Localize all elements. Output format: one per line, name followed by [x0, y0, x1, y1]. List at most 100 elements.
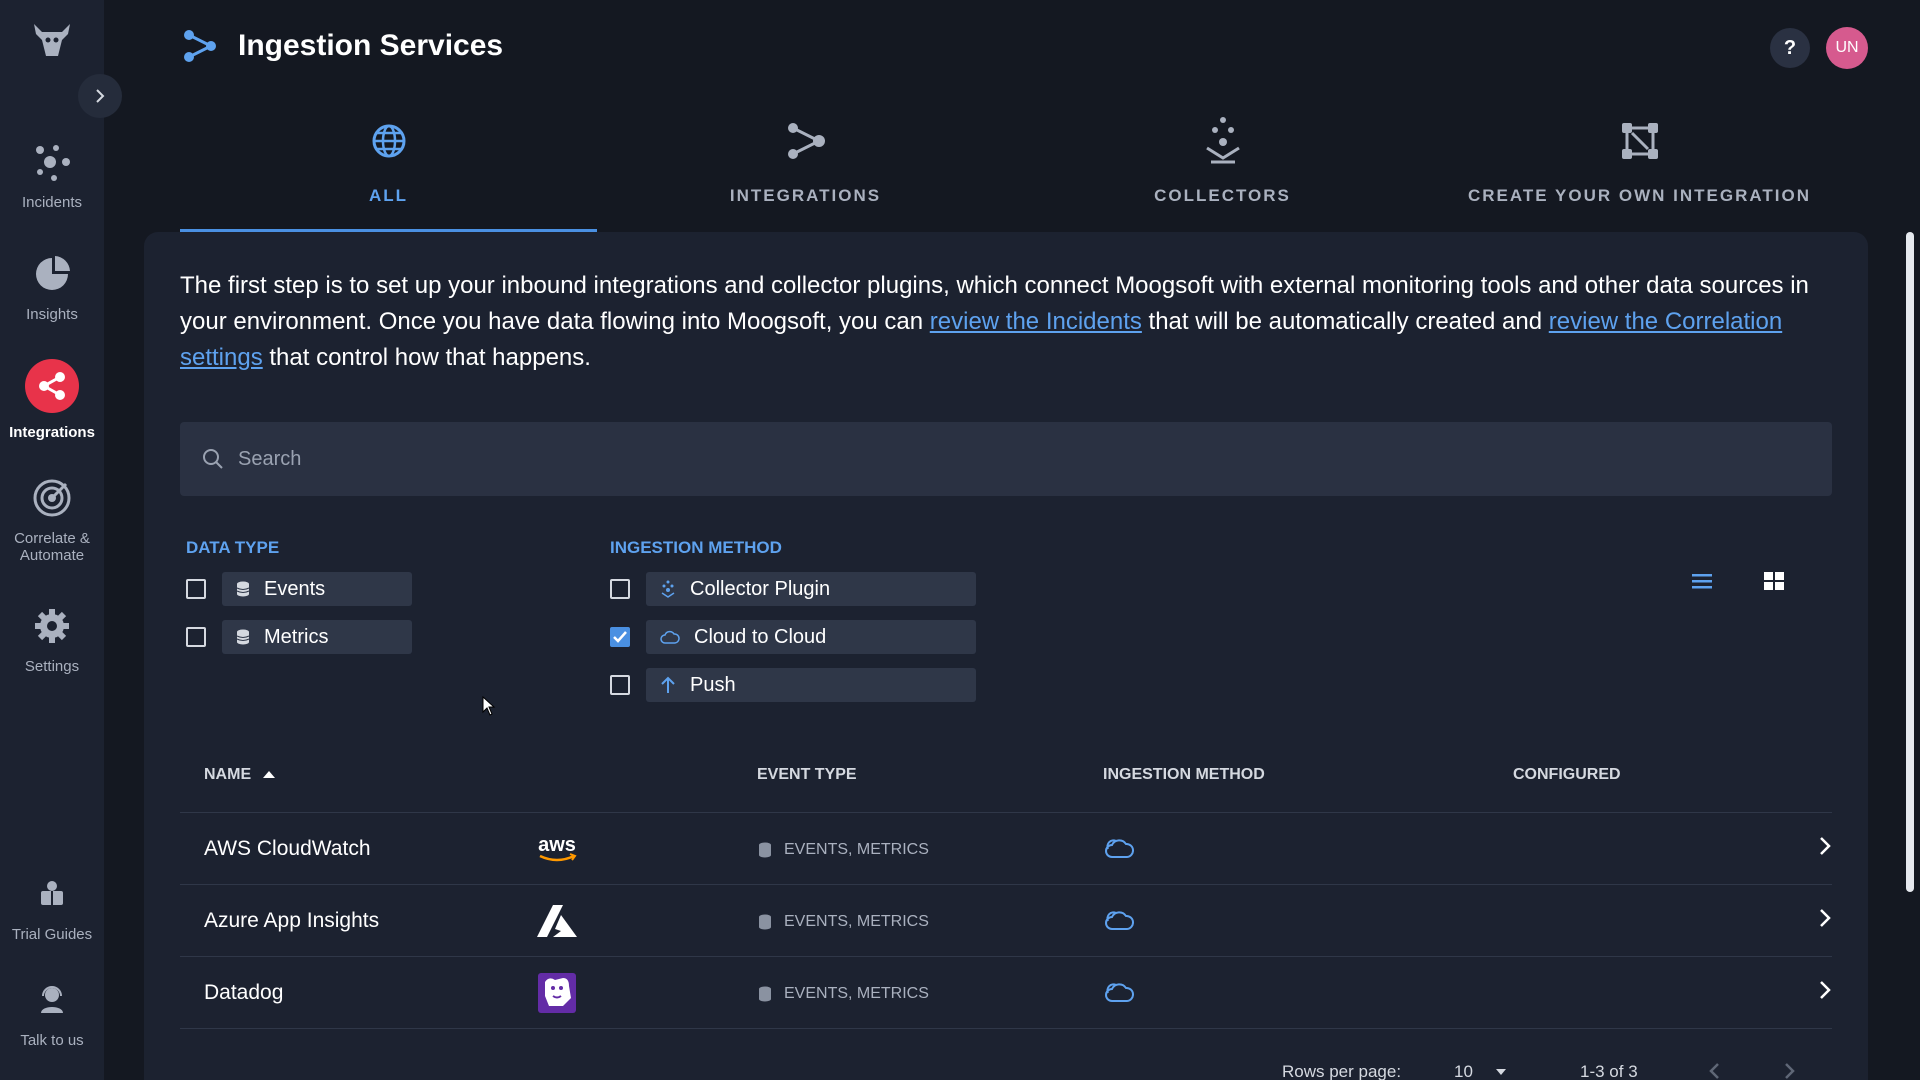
sidebar-item-label: Incidents — [21, 194, 83, 211]
chevron-right-icon — [96, 89, 105, 103]
filter-label: Cloud to Cloud — [694, 625, 827, 648]
aws-logo-text: aws — [538, 834, 576, 856]
column-header-event-type: EVENT TYPE — [757, 766, 857, 783]
sidebar-item-label: Trial Guides — [11, 926, 93, 943]
filter-label: Collector Plugin — [690, 577, 831, 600]
filter-option-push[interactable]: Push — [610, 668, 976, 702]
event-type-label: EVENTS, METRICS — [784, 985, 929, 1002]
metrics-checkbox[interactable] — [186, 627, 206, 647]
cloud-to-cloud-checkbox[interactable] — [610, 627, 630, 647]
intro-text-part: that control how that happens. — [262, 344, 591, 371]
collector-plugin-checkbox[interactable] — [610, 579, 630, 599]
column-header-label: NAME — [204, 766, 252, 783]
chevron-right-icon[interactable] — [1818, 835, 1832, 862]
page-header: Ingestion Services — [182, 28, 503, 64]
integrations-flow-icon — [597, 116, 1014, 166]
cloud-icon — [1104, 907, 1134, 938]
tab-label: ALL — [368, 186, 409, 205]
scrollbar[interactable] — [1906, 232, 1914, 892]
rows-per-page-select[interactable]: 10 — [1454, 1062, 1507, 1080]
tab-all[interactable]: ALL — [180, 110, 597, 232]
database-icon — [759, 914, 771, 930]
table-row[interactable]: AWS CloudWatch aws EVENTS, METRICS — [180, 812, 1832, 884]
table-row[interactable]: Azure App Insights EVENTS, METRICS — [180, 884, 1832, 956]
support-agent-icon — [0, 978, 104, 1022]
database-icon — [759, 842, 771, 858]
review-incidents-link[interactable]: review the Incidents — [930, 308, 1142, 335]
events-checkbox[interactable] — [186, 579, 206, 599]
event-type-cell: EVENTS, METRICS — [758, 985, 929, 1003]
sidebar-item-talk-to-us[interactable]: Talk to us — [0, 978, 104, 1049]
database-icon — [236, 629, 250, 645]
sidebar: Incidents Insights Integrations Correlat… — [0, 0, 122, 1080]
grid-view-button[interactable] — [1764, 572, 1784, 595]
filter-option-collector-plugin[interactable]: Collector Plugin — [610, 572, 976, 606]
tab-label: INTEGRATIONS — [729, 186, 882, 205]
sidebar-item-correlate[interactable]: Correlate & Automate — [0, 476, 104, 564]
search-bar[interactable] — [180, 422, 1832, 496]
tab-integrations[interactable]: INTEGRATIONS — [597, 110, 1014, 232]
event-type-label: EVENTS, METRICS — [784, 841, 929, 858]
filter-option-metrics[interactable]: Metrics — [186, 620, 412, 654]
list-view-button[interactable] — [1692, 572, 1712, 595]
sidebar-item-incidents[interactable]: Incidents — [0, 140, 104, 211]
sidebar-item-settings[interactable]: Settings — [0, 604, 104, 675]
collector-icon — [661, 580, 675, 598]
search-input[interactable] — [238, 447, 1738, 471]
database-icon — [236, 581, 250, 597]
moogsoft-logo-icon[interactable] — [30, 22, 74, 58]
sidebar-item-integrations[interactable]: Integrations — [0, 358, 104, 441]
column-header-name[interactable]: NAME — [204, 766, 277, 784]
tab-label: CREATE YOUR OWN INTEGRATION — [1468, 186, 1811, 205]
caret-down-icon — [1495, 1069, 1506, 1075]
integration-name: Datadog — [204, 981, 284, 1004]
table-divider — [180, 1028, 1832, 1029]
sidebar-item-label: Insights — [26, 306, 78, 323]
azure-logo — [534, 899, 580, 943]
previous-page-button[interactable] — [1708, 1062, 1720, 1080]
ingestion-services-icon — [184, 30, 216, 62]
integrations-nav-icon-wrap — [0, 358, 104, 414]
chevron-right-icon[interactable] — [1818, 979, 1832, 1006]
event-type-label: EVENTS, METRICS — [784, 913, 929, 930]
sort-ascending-icon — [263, 771, 276, 778]
filter-chip: Events — [222, 572, 412, 606]
tab-label: COLLECTORS — [1154, 186, 1291, 205]
sidebar-item-trial-guides[interactable]: Trial Guides — [0, 872, 104, 943]
aws-logo: aws — [534, 827, 580, 871]
expand-sidebar-button[interactable] — [78, 74, 122, 118]
search-icon — [203, 449, 223, 469]
list-view-icon — [1692, 574, 1712, 589]
mouse-cursor-icon — [482, 695, 496, 721]
push-checkbox[interactable] — [610, 675, 630, 695]
tab-create-integration[interactable]: CREATE YOUR OWN INTEGRATION — [1431, 110, 1848, 232]
filter-title-data-type: DATA TYPE — [186, 538, 280, 557]
cloud-icon — [1104, 835, 1134, 866]
grid-view-icon — [1764, 572, 1784, 590]
pagination-range: 1-3 of 3 — [1580, 1062, 1638, 1080]
tab-collectors[interactable]: COLLECTORS — [1014, 110, 1431, 232]
globe-icon — [180, 116, 597, 166]
sidebar-item-insights[interactable]: Insights — [0, 252, 104, 323]
avatar[interactable]: UN — [1826, 27, 1868, 69]
tab-bar: ALL INTEGRATIONS COLLECTORS CREATE YOUR … — [180, 110, 1848, 232]
page-title: Ingestion Services — [238, 29, 504, 62]
help-button[interactable]: ? — [1770, 28, 1810, 68]
table-row[interactable]: Datadog EVENTS, METRICS — [180, 956, 1832, 1028]
column-header-configured: CONFIGURED — [1513, 766, 1621, 783]
rows-per-page-value: 10 — [1454, 1062, 1473, 1080]
database-icon — [759, 986, 771, 1002]
sidebar-item-label-line1: Correlate & — [14, 530, 90, 547]
filter-label: Push — [690, 673, 736, 696]
main-panel: The first step is to set up your inbound… — [144, 232, 1868, 1080]
integration-name: AWS CloudWatch — [204, 837, 371, 860]
intro-text: The first step is to set up your inbound… — [180, 268, 1840, 376]
gear-icon — [0, 604, 104, 648]
cloud-icon — [660, 630, 680, 644]
filter-label: Events — [264, 577, 326, 600]
chevron-right-icon[interactable] — [1818, 907, 1832, 934]
filter-option-cloud-to-cloud[interactable]: Cloud to Cloud — [610, 620, 976, 654]
filter-option-events[interactable]: Events — [186, 572, 412, 606]
intro-text-part: that will be automatically created and — [1141, 308, 1549, 335]
next-page-button[interactable] — [1784, 1062, 1796, 1080]
